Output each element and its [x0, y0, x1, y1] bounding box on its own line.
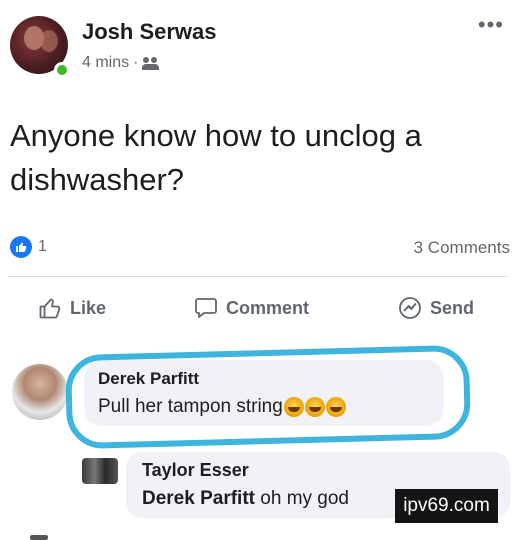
watermark-label: ipv69.com — [395, 489, 498, 523]
comment-text: Pull her tampon string — [98, 396, 346, 418]
thumbs-up-outline-icon — [39, 298, 61, 319]
messenger-icon — [399, 297, 421, 319]
comment-count[interactable]: 3 Comments — [414, 238, 510, 258]
comment-button[interactable]: Comment — [194, 296, 309, 320]
send-button[interactable]: Send — [398, 296, 474, 320]
comment-bubble-icon — [195, 298, 217, 318]
replier-avatar[interactable] — [82, 458, 118, 484]
laughing-emoji-icon — [325, 397, 346, 417]
comment-text-content: Pull her tampon string — [98, 396, 283, 417]
comment-label: Comment — [226, 297, 310, 318]
laughing-emoji-icon — [283, 397, 304, 417]
laughing-emoji-icon — [304, 397, 325, 417]
post-text: Anyone know how to unclog a dishwasher? — [10, 118, 422, 197]
send-label: Send — [430, 297, 475, 318]
more-options-icon[interactable]: ••• — [478, 12, 504, 38]
post-time[interactable]: 4 mins — [82, 54, 129, 72]
online-status-indicator — [54, 62, 70, 78]
post-meta: 4 mins · — [82, 54, 160, 72]
like-count[interactable]: 1 — [38, 238, 47, 256]
like-label: Like — [70, 297, 107, 318]
comment-author[interactable]: Derek Parfitt — [98, 369, 199, 389]
like-button[interactable]: Like — [38, 296, 106, 320]
friends-icon[interactable] — [142, 56, 160, 70]
like-reaction-icon[interactable] — [10, 236, 32, 258]
next-comment-avatar — [30, 535, 48, 540]
mentioned-user[interactable]: Derek Parfitt — [142, 488, 255, 509]
meta-separator: · — [133, 54, 139, 71]
commenter-avatar[interactable] — [12, 364, 68, 420]
post-actions: Like Comment Send — [8, 296, 508, 332]
reply-text-content: oh my god — [255, 488, 349, 509]
reply-text: Derek Parfitt oh my god — [142, 488, 349, 510]
post-header: Josh Serwas 4 mins · ••• — [8, 12, 508, 82]
author-name[interactable]: Josh Serwas — [82, 19, 217, 45]
comment-item: Derek Parfitt Pull her tampon string — [8, 344, 508, 450]
thumbs-up-icon — [16, 242, 27, 252]
post-stats: 1 3 Comments — [8, 236, 510, 260]
divider — [8, 276, 508, 277]
reply-author[interactable]: Taylor Esser — [142, 460, 249, 481]
